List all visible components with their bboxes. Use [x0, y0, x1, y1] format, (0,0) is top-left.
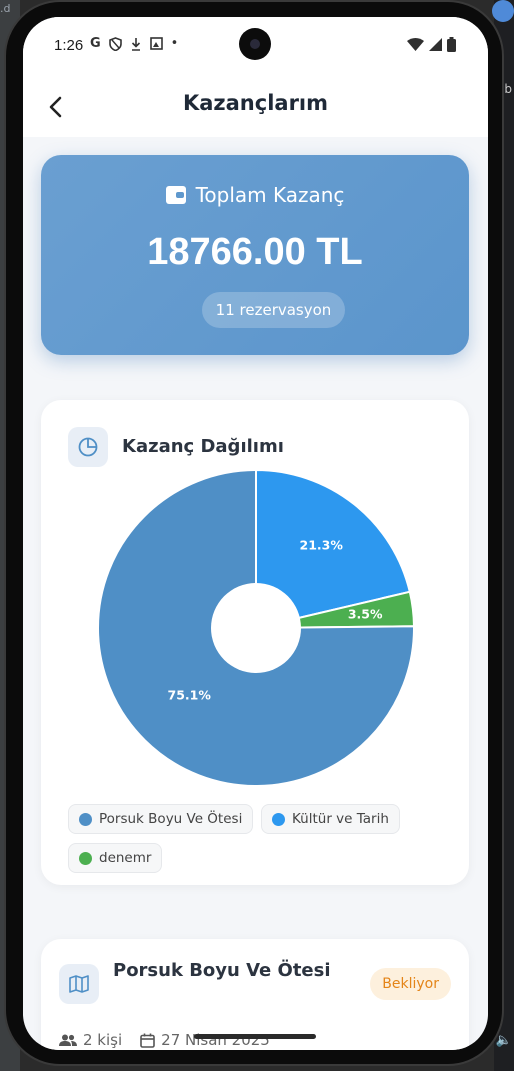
photo-icon	[149, 37, 163, 50]
legend-color-dot	[272, 812, 285, 826]
status-time: 1:26	[54, 37, 84, 54]
legend-item: denemr	[68, 843, 163, 873]
pie-slice-label: 3.5%	[348, 607, 383, 622]
status-right-icons	[407, 37, 456, 52]
app-screen: 1:26 G • Kazançlarım Toplam Kazanç 18766…	[23, 17, 488, 1050]
calendar-icon	[140, 1033, 155, 1048]
shield-icon	[108, 36, 122, 51]
speaker-icon[interactable]: 🔈	[496, 1033, 512, 1048]
background-text: b	[504, 82, 512, 96]
avatar[interactable]	[492, 0, 514, 22]
map-icon	[69, 975, 89, 993]
home-indicator[interactable]	[194, 1034, 316, 1039]
google-icon: G	[90, 36, 101, 51]
wallet-icon	[165, 186, 186, 204]
app-bar: Kazançlarım	[23, 77, 488, 137]
map-icon-box	[59, 964, 99, 1004]
earnings-distribution-card: Kazanç Dağılımı 21.3% 3.5% 75.1% Porsuk Bo…	[41, 400, 469, 885]
legend-item: Porsuk Boyu Ve Ötesi	[68, 804, 254, 834]
earnings-distribution-title: Kazanç Dağılımı	[122, 436, 284, 457]
download-icon	[131, 37, 140, 51]
pie-chart-icon	[78, 437, 98, 457]
people-count-text: 2 kişi	[83, 1031, 123, 1049]
legend-label: Kültür ve Tarih	[292, 811, 389, 827]
signal-icon	[429, 38, 442, 51]
legend-item: Kültür ve Tarih	[261, 804, 400, 834]
legend-color-dot	[79, 812, 92, 826]
people-count: 2 kişi	[59, 1031, 122, 1049]
tour-name: Porsuk Boyu Ve Ötesi	[113, 960, 331, 981]
pie-slice-label: 21.3%	[300, 538, 344, 553]
status-icons: G •	[90, 36, 178, 51]
total-earnings-card: Toplam Kazanç 18766.00 TL 11 rezervasyon	[41, 155, 469, 355]
pie-chart-icon-box	[68, 427, 108, 467]
legend-label: denemr	[99, 850, 152, 866]
phone-frame: 1:26 G • Kazançlarım Toplam Kazanç 18766…	[4, 0, 504, 1066]
total-earnings-amount: 18766.00 TL	[147, 231, 363, 273]
pie-slice-label: 75.1%	[168, 688, 212, 703]
front-camera	[239, 28, 271, 60]
earnings-pie-chart: 21.3% 3.5% 75.1%	[97, 468, 416, 787]
total-earnings-label: Toplam Kazanç	[195, 183, 345, 207]
dot-icon: •	[170, 36, 179, 51]
reservation-count-badge: 11 rezervasyon	[202, 292, 345, 328]
background-text: .d	[0, 2, 11, 15]
status-bar: 1:26 G •	[23, 17, 488, 77]
battery-icon	[447, 37, 456, 52]
people-icon	[59, 1034, 77, 1046]
legend-color-dot	[79, 851, 92, 865]
page-title: Kazançlarım	[182, 91, 329, 115]
wifi-icon	[407, 38, 424, 51]
donut-hole	[211, 583, 301, 673]
status-badge: Bekliyor	[370, 968, 451, 1000]
legend-label: Porsuk Boyu Ve Ötesi	[99, 811, 243, 827]
total-earnings-header: Toplam Kazanç	[41, 183, 469, 207]
